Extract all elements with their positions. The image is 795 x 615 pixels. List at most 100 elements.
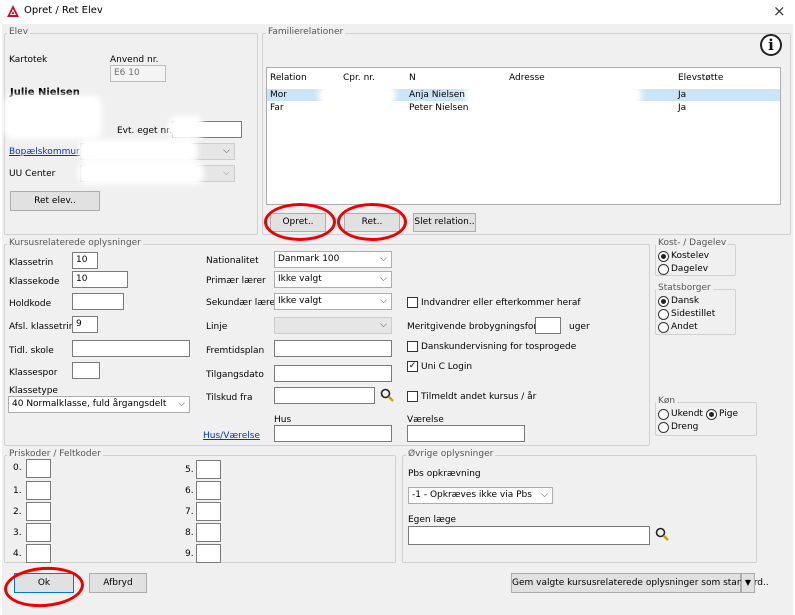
priskode-field-3[interactable] (26, 523, 51, 542)
klassetype-select[interactable]: 40 Normalklasse, fuld årgangsdelt ⌵ (8, 396, 190, 413)
klassetype-value: 40 Normalklasse, fuld årgangsdelt (12, 399, 167, 409)
column-header-elevstotte[interactable]: Elevstøtte (678, 73, 723, 84)
priskode-field-8[interactable] (196, 523, 221, 542)
priskode-label: 0. (13, 463, 22, 473)
chevron-down-icon: ⌵ (223, 168, 230, 178)
title-bar: Opret / Ret Elev × (0, 0, 795, 24)
table-row[interactable] (267, 102, 780, 114)
search-icon[interactable] (655, 527, 669, 541)
slet-relation-button[interactable]: Slet relation.. (413, 213, 476, 232)
bopaelskommune-link[interactable]: Bopælskommune (9, 147, 87, 158)
sekundaer-laerer-label: Sekundær lærer (206, 298, 279, 308)
sekundaer-laerer-value: Ikke valgt (278, 296, 322, 306)
pige-label: Pige (719, 409, 738, 419)
column-header-relation[interactable]: Relation (270, 73, 307, 84)
row-relation: Mor (270, 90, 287, 100)
priskode-field-9[interactable] (196, 544, 221, 563)
ukendt-radio[interactable] (658, 409, 669, 420)
holdkode-field[interactable] (72, 293, 124, 310)
tilgangsdato-label: Tilgangsdato (206, 370, 264, 380)
indvandrer-checkbox[interactable] (407, 297, 418, 308)
egen-laege-field[interactable] (408, 526, 650, 545)
tilmeldt-checkbox[interactable] (407, 391, 418, 402)
tidl-skole-field[interactable] (72, 340, 190, 357)
tilmeldt-label: Tilmeldt andet kursus / år (421, 392, 537, 402)
meritgivende-uger-field[interactable] (535, 317, 561, 334)
nationalitet-value: Danmark 100 (278, 254, 340, 264)
primaer-laerer-value: Ikke valgt (278, 274, 322, 284)
priskoder-legend: Priskoder / Feltkoder (7, 449, 103, 460)
info-icon[interactable]: i (760, 34, 782, 56)
row-elevstotte: Ja (678, 103, 687, 113)
column-header-name[interactable]: N (409, 73, 416, 84)
klassekode-field[interactable]: 10 (72, 271, 128, 288)
hus-vaerelse-link[interactable]: Hus/Værelse (203, 431, 260, 442)
priskode-field-5[interactable] (196, 460, 221, 479)
egen-laege-label: Egen læge (408, 515, 457, 525)
fremtidsplan-label: Fremtidsplan (206, 346, 265, 356)
priskode-label: 6. (185, 486, 194, 496)
gem-standard-dropdown[interactable]: ▼ (741, 573, 755, 593)
priskode-label: 2. (13, 507, 22, 517)
close-window-button[interactable]: × (773, 2, 786, 20)
sidestillet-radio[interactable] (658, 309, 669, 320)
dagelev-radio[interactable] (658, 264, 669, 275)
dreng-label: Dreng (671, 422, 699, 432)
pbs-select[interactable]: -1 - Opkræves ikke via Pbs ⌵ (408, 487, 553, 504)
klassetrin-label: Klassetrin (9, 258, 54, 268)
chevron-down-icon: ⌵ (541, 490, 548, 500)
priskode-field-1[interactable] (26, 481, 51, 500)
anvend-number-field[interactable]: E6 10 (110, 65, 166, 82)
dansk-radio[interactable] (658, 296, 669, 307)
ukendt-label: Ukendt (671, 409, 703, 419)
fremtidsplan-field[interactable] (274, 340, 392, 357)
afbryd-button[interactable]: Afbryd (89, 573, 147, 593)
sekundaer-laerer-select[interactable]: Ikke valgt ⌵ (274, 293, 392, 310)
andet-radio[interactable] (658, 322, 669, 333)
holdkode-label: Holdkode (9, 299, 52, 309)
danskundervisning-label: Danskundervisning for tosprogede (421, 342, 577, 352)
uni-c-login-checkbox[interactable]: ✓ (407, 361, 418, 372)
nationalitet-label: Nationalitet (206, 256, 259, 266)
priskode-label: 9. (185, 549, 194, 559)
priskode-label: 5. (185, 465, 194, 475)
ret-relation-button[interactable]: Ret.. (344, 213, 400, 232)
pbs-value: -1 - Opkræves ikke via Pbs (412, 490, 532, 500)
search-icon[interactable] (380, 388, 394, 402)
column-header-adresse[interactable]: Adresse (509, 73, 545, 84)
indvandrer-label: Indvandrer eller efterkommer heraf (421, 298, 581, 308)
tilskud-fra-field[interactable] (274, 387, 375, 404)
klassetrin-field[interactable]: 10 (72, 252, 98, 269)
redacted-area (172, 120, 200, 136)
priskode-field-7[interactable] (196, 502, 221, 521)
priskode-field-2[interactable] (26, 502, 51, 521)
linje-select[interactable]: ⌵ (274, 317, 392, 334)
dreng-radio[interactable] (658, 422, 669, 433)
kon-legend: Køn (656, 396, 678, 407)
danskundervisning-checkbox[interactable] (407, 341, 418, 352)
gem-standard-button[interactable]: Gem valgte kursusrelaterede oplysninger … (511, 573, 769, 593)
opret-relation-button[interactable]: Opret.. (270, 213, 326, 232)
pige-radio[interactable] (706, 409, 717, 420)
kartotek-label: Kartotek (9, 55, 48, 65)
priskode-field-4[interactable] (26, 544, 51, 563)
klassekode-label: Klassekode (9, 277, 60, 287)
sidestillet-label: Sidestillet (671, 309, 716, 319)
hus-field[interactable] (274, 425, 392, 442)
afsl-klassetrin-field[interactable]: 9 (72, 316, 98, 333)
app-logo-icon (7, 5, 19, 17)
ret-elev-button[interactable]: Ret elev.. (10, 191, 100, 211)
kostelev-radio[interactable] (658, 251, 669, 262)
redacted-area (82, 165, 200, 181)
vaerelse-field[interactable] (407, 425, 525, 442)
column-header-cpr[interactable]: Cpr. nr. (343, 73, 375, 84)
priskode-field-0[interactable] (26, 459, 51, 478)
klassespor-field[interactable] (72, 362, 100, 379)
primaer-laerer-select[interactable]: Ikke valgt ⌵ (274, 271, 392, 288)
nationalitet-select[interactable]: Danmark 100 ⌵ (274, 251, 392, 268)
chevron-down-icon: ⌵ (380, 274, 387, 284)
row-relation: Far (270, 103, 284, 113)
priskode-field-6[interactable] (196, 481, 221, 500)
tilgangsdato-field[interactable] (274, 365, 392, 382)
ok-button[interactable]: Ok (14, 573, 74, 593)
